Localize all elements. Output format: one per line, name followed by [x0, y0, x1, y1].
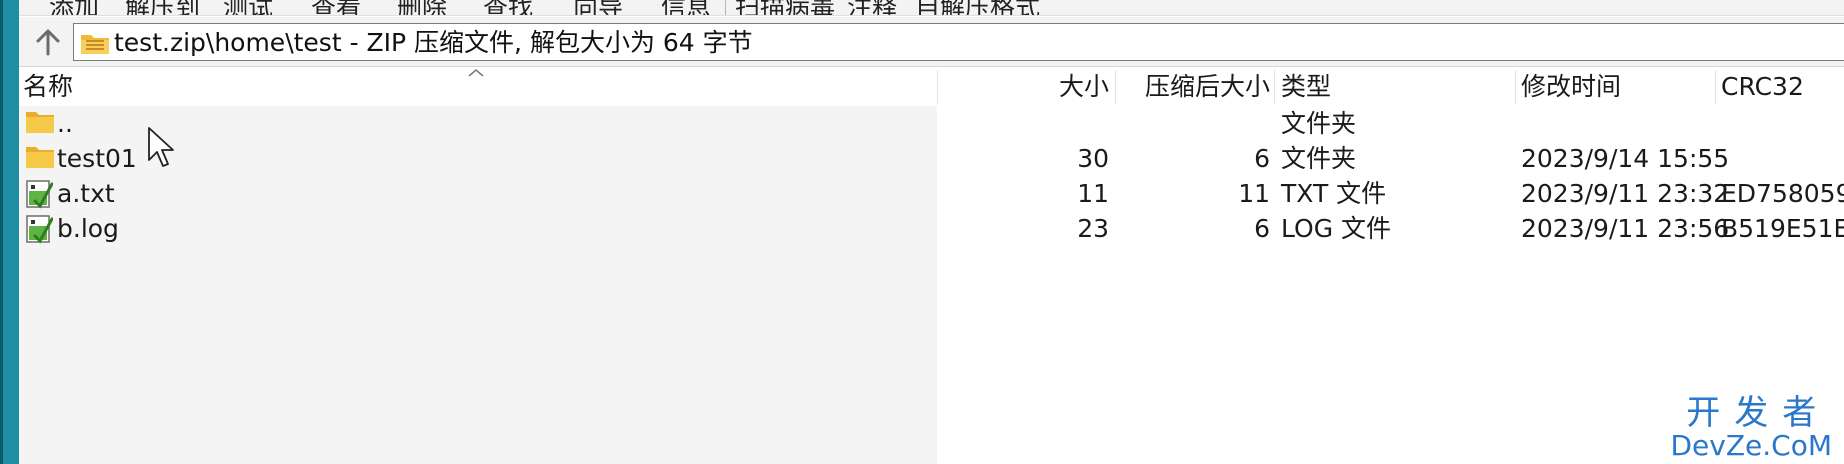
sort-ascending-icon	[468, 69, 484, 77]
column-header-size[interactable]: 大小	[949, 68, 1109, 106]
toolbar-separator	[725, 0, 726, 15]
file-row-a-txt[interactable]: a.txt 11 11 TXT 文件 2023/9/11 23:32 ED758…	[19, 176, 1844, 211]
column-separator[interactable]	[937, 70, 938, 104]
watermark: 开发者 DevZe.CoM	[1670, 396, 1832, 460]
column-header-modified[interactable]: 修改时间	[1521, 68, 1711, 106]
archive-folder-icon	[81, 35, 109, 54]
column-separator[interactable]	[1715, 70, 1716, 104]
file-list-header: 名称 大小 压缩后大小 类型 修改时间 CRC32	[19, 68, 1844, 106]
file-row-b-log[interactable]: b.log 23 6 LOG 文件 2023/9/11 23:56 B519E5…	[19, 211, 1844, 246]
column-header-crc32[interactable]: CRC32	[1721, 68, 1841, 106]
folder-icon	[26, 147, 54, 168]
file-type: TXT 文件	[1281, 179, 1387, 208]
toolbar-extract-to-button[interactable]: 解压到	[125, 0, 200, 15]
file-size	[949, 106, 1109, 141]
file-type: 文件夹	[1281, 144, 1357, 173]
file-crc32: ED758059	[1721, 179, 1844, 208]
file-modified: 2023/9/11 23:56	[1521, 214, 1730, 243]
mouse-cursor-icon	[148, 127, 174, 167]
file-packed-size: 6	[1254, 214, 1270, 243]
file-row-parent[interactable]: .. 文件夹	[19, 106, 1844, 141]
toolbar-sfx-button[interactable]: 自解压格式	[915, 0, 1040, 15]
text-file-icon	[26, 180, 53, 209]
file-name: a.txt	[57, 179, 115, 208]
address-bar[interactable]: test.zip\home\test - ZIP 压缩文件, 解包大小为 64 …	[73, 23, 1844, 61]
text-file-icon	[26, 215, 53, 244]
file-name: ..	[57, 109, 73, 138]
file-modified: 2023/9/14 15:55	[1521, 144, 1730, 173]
toolbar: 添加 解压到 测试 查看 删除 查找 向导 信息 扫描病毒 注释 自解压格式	[19, 0, 1844, 16]
file-modified: 2023/9/11 23:32	[1521, 179, 1730, 208]
toolbar-view-button[interactable]: 查看	[311, 0, 361, 15]
toolbar-delete-button[interactable]: 删除	[397, 0, 447, 15]
background-window-edge	[0, 0, 19, 464]
file-size: 23	[1077, 214, 1109, 243]
archive-window: 添加 解压到 测试 查看 删除 查找 向导 信息 扫描病毒 注释 自解压格式 t…	[19, 0, 1844, 464]
watermark-cn: 开发者	[1686, 393, 1831, 433]
column-header-type[interactable]: 类型	[1281, 68, 1511, 106]
folder-icon	[26, 112, 54, 133]
toolbar-test-button[interactable]: 测试	[223, 0, 273, 15]
toolbar-find-button[interactable]: 查找	[483, 0, 533, 15]
address-row: test.zip\home\test - ZIP 压缩文件, 解包大小为 64 …	[19, 17, 1844, 67]
window-edge-shadow	[0, 0, 3, 464]
toolbar-add-button[interactable]: 添加	[49, 0, 99, 15]
file-type: LOG 文件	[1281, 214, 1392, 243]
watermark-en: DevZe.CoM	[1670, 429, 1832, 462]
file-type: 文件夹	[1281, 109, 1357, 138]
toolbar-virus-scan-button[interactable]: 扫描病毒	[735, 0, 835, 15]
file-packed-size: 11	[1238, 179, 1270, 208]
column-header-name[interactable]: 名称	[23, 68, 623, 106]
file-name: test01	[57, 144, 137, 173]
column-header-packed[interactable]: 压缩后大小	[1119, 68, 1270, 106]
address-path: test.zip\home\test - ZIP 压缩文件, 解包大小为 64 …	[114, 28, 753, 57]
file-name: b.log	[57, 214, 119, 243]
up-arrow-icon	[36, 29, 60, 56]
file-crc32: B519E51E	[1721, 214, 1844, 243]
toolbar-comment-button[interactable]: 注释	[847, 0, 897, 15]
toolbar-wizard-button[interactable]: 向导	[573, 0, 623, 15]
file-size: 11	[1077, 179, 1109, 208]
file-packed-size: 6	[1254, 144, 1270, 173]
up-one-level-button[interactable]	[29, 23, 67, 61]
file-packed-size	[1119, 106, 1270, 141]
file-row-test01[interactable]: test01 30 6 文件夹 2023/9/14 15:55	[19, 141, 1844, 176]
column-separator[interactable]	[1274, 70, 1275, 104]
file-size: 30	[1077, 144, 1109, 173]
column-separator[interactable]	[1515, 70, 1516, 104]
toolbar-info-button[interactable]: 信息	[661, 0, 711, 15]
column-separator[interactable]	[1115, 70, 1116, 104]
